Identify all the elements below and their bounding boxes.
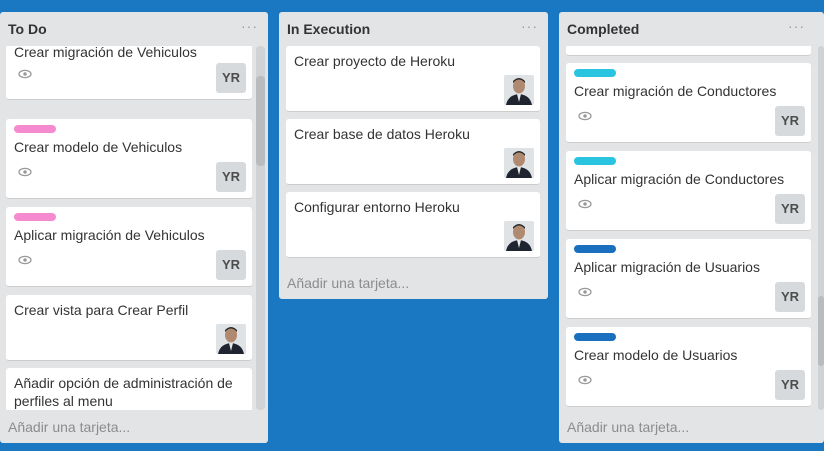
scrollbar[interactable]	[818, 46, 824, 410]
person-avatar-icon	[504, 221, 534, 251]
card[interactable]: Aplicar migración de Usuarios YR	[566, 239, 811, 319]
member-avatar[interactable]	[504, 148, 534, 178]
card-title: Configurar entorno Heroku	[294, 199, 460, 215]
list-title[interactable]: To Do	[0, 12, 268, 46]
watch-eye-icon	[18, 255, 32, 265]
person-avatar-icon	[216, 324, 246, 354]
card-label[interactable]	[574, 333, 616, 341]
member-badge[interactable]: YR	[775, 370, 805, 400]
watch-eye-icon	[578, 111, 592, 121]
card[interactable]: Crear modelo de Vehiculos YR	[6, 119, 252, 199]
list-menu-icon[interactable]: ···	[241, 18, 258, 34]
card-title: Aplicar migración de Vehiculos	[14, 227, 205, 243]
member-avatar[interactable]	[504, 75, 534, 105]
member-badge[interactable]: YR	[216, 162, 246, 192]
watch-eye-icon	[578, 375, 592, 385]
add-card-link[interactable]: Añadir una tarjeta...	[287, 275, 409, 291]
member-badge[interactable]: YR	[216, 250, 246, 280]
card-title: Crear migración de Vehiculos	[14, 46, 197, 60]
card-label[interactable]	[574, 157, 616, 165]
member-badge[interactable]: YR	[775, 106, 805, 136]
card-label[interactable]	[574, 69, 616, 77]
watch-eye-icon	[578, 199, 592, 209]
list-menu-icon[interactable]: ···	[521, 18, 538, 34]
list-menu-icon[interactable]: ···	[788, 18, 805, 34]
watch-eye-icon	[18, 167, 32, 177]
card-title: Crear migración de Conductores	[574, 83, 777, 99]
card-title: Aplicar migración de Conductores	[574, 171, 785, 187]
member-badge[interactable]: YR	[775, 282, 805, 312]
card-title: Crear proyecto de Heroku	[294, 53, 456, 69]
card-title: Crear modelo de Vehiculos	[14, 139, 183, 155]
cards-container: Crear proyecto de Heroku Crear base de d…	[279, 46, 548, 266]
cards-container: Crear migración de Vehiculos YR Crear mo…	[0, 46, 268, 410]
card-label[interactable]	[14, 125, 56, 133]
card-label[interactable]	[574, 245, 616, 253]
card-label[interactable]	[14, 213, 56, 221]
card-title: Crear vista para Crear Perfil	[14, 302, 189, 318]
list-title[interactable]: In Execution	[279, 12, 548, 46]
card[interactable]: Configurar entorno Heroku	[286, 192, 540, 258]
card-title: Aplicar migración de Usuarios	[574, 259, 760, 275]
card[interactable]: Añadir opción de administración de perfi…	[6, 368, 252, 410]
watch-eye-icon	[578, 287, 592, 297]
card-title: Crear base de datos Heroku	[294, 126, 470, 142]
member-badge[interactable]: YR	[775, 194, 805, 224]
list-to-do: To Do ··· Crear migración de Vehiculos Y…	[0, 12, 268, 443]
person-avatar-icon	[504, 75, 534, 105]
member-badge[interactable]: YR	[216, 63, 246, 93]
card[interactable]: Aplicar migración de Conductores YR	[566, 151, 811, 231]
scrollbar-thumb[interactable]	[256, 76, 265, 166]
person-avatar-icon	[504, 148, 534, 178]
card[interactable]: Crear vista para Crear Perfil	[6, 295, 252, 361]
card-title: Añadir opción de administración de perfi…	[14, 375, 233, 409]
card[interactable]: Crear proyecto de Heroku	[286, 46, 540, 112]
card[interactable]: Crear migración de Conductores YR	[566, 63, 811, 143]
member-avatar[interactable]	[216, 324, 246, 354]
card-title: Crear modelo de Usuarios	[574, 347, 738, 363]
card[interactable]: Crear modelo de Usuarios YR	[566, 327, 811, 407]
card[interactable]: Crear migración de Vehiculos YR	[6, 46, 252, 100]
list-title[interactable]: Completed	[559, 12, 824, 46]
member-avatar[interactable]	[504, 221, 534, 251]
list-in-execution: In Execution ··· Crear proyecto de Herok…	[279, 12, 548, 299]
card[interactable]: Crear base de datos Heroku	[286, 119, 540, 185]
list-completed: Completed ··· Crear migración de Conduct…	[559, 12, 824, 443]
card[interactable]	[566, 46, 811, 56]
watch-eye-icon	[18, 69, 32, 79]
scrollbar-thumb[interactable]	[818, 296, 824, 366]
card[interactable]: Aplicar migración de Vehiculos YR	[6, 207, 252, 287]
add-card-link[interactable]: Añadir una tarjeta...	[8, 419, 130, 435]
scrollbar[interactable]	[256, 46, 265, 410]
add-card-link[interactable]: Añadir una tarjeta...	[567, 419, 689, 435]
cards-container: Crear migración de Conductores YR Aplica…	[559, 46, 824, 410]
